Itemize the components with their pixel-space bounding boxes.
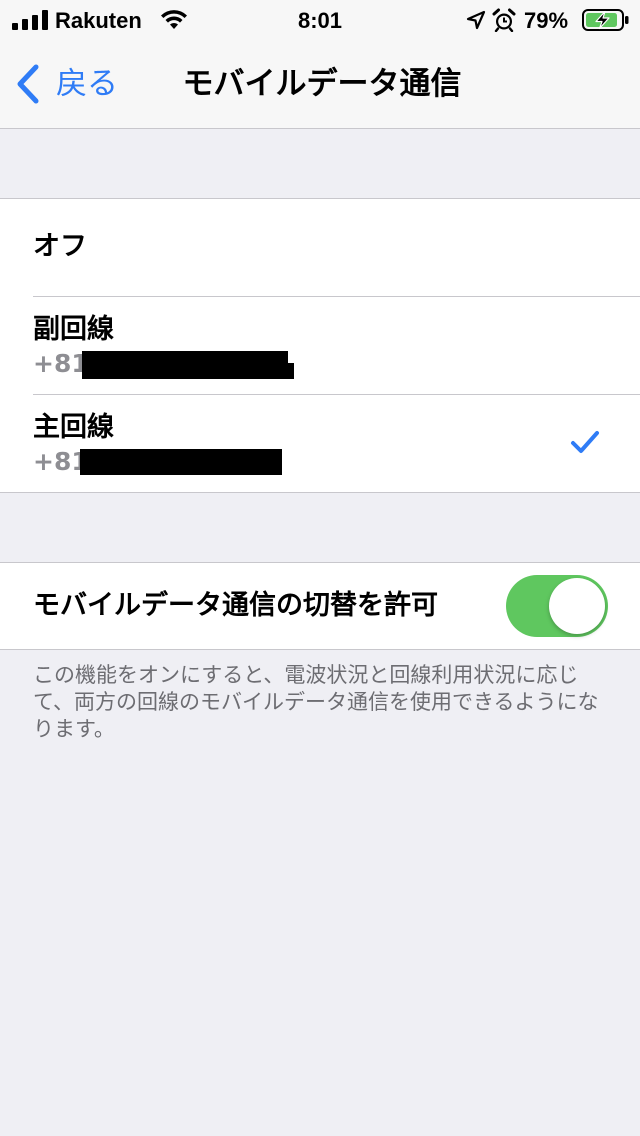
option-off[interactable]: オフ [0, 199, 640, 296]
secondary-line-number: +81 [33, 349, 89, 378]
allow-switching-toggle[interactable] [506, 575, 608, 637]
back-label: 戻る [56, 66, 118, 102]
option-primary-line[interactable]: 主回線 +81 [0, 395, 640, 492]
switching-description: この機能をオンにすると、電波状況と回線利用状況に応じて、両方の回線のモバイルデー… [33, 663, 599, 741]
navigation-bar: 戻る モバイルデータ通信 [0, 40, 640, 129]
chevron-left-icon [17, 64, 39, 104]
toggle-knob [549, 578, 605, 634]
page-title: モバイルデータ通信 [182, 66, 462, 102]
line-selection-group: オフ 副回線 +81 主回線 +81 [0, 198, 640, 493]
status-bar: Rakuten 8:01 79% [0, 0, 640, 40]
location-icon [466, 10, 486, 30]
back-button[interactable]: 戻る [14, 60, 118, 108]
battery-charging-icon [582, 9, 629, 31]
switching-group: モバイルデータ通信の切替を許可 [0, 562, 640, 650]
primary-line-label: 主回線 [33, 412, 114, 443]
allow-switching-label: モバイルデータ通信の切替を許可 [33, 590, 438, 621]
redaction-bar [82, 363, 294, 379]
checkmark-icon [571, 431, 599, 453]
redaction-bar [80, 449, 282, 475]
alarm-icon [492, 8, 516, 32]
secondary-line-label: 副回線 [33, 314, 114, 345]
battery-percent: 79% [524, 8, 569, 33]
option-secondary-line[interactable]: 副回線 +81 [0, 297, 640, 394]
option-off-label: オフ [33, 231, 87, 262]
